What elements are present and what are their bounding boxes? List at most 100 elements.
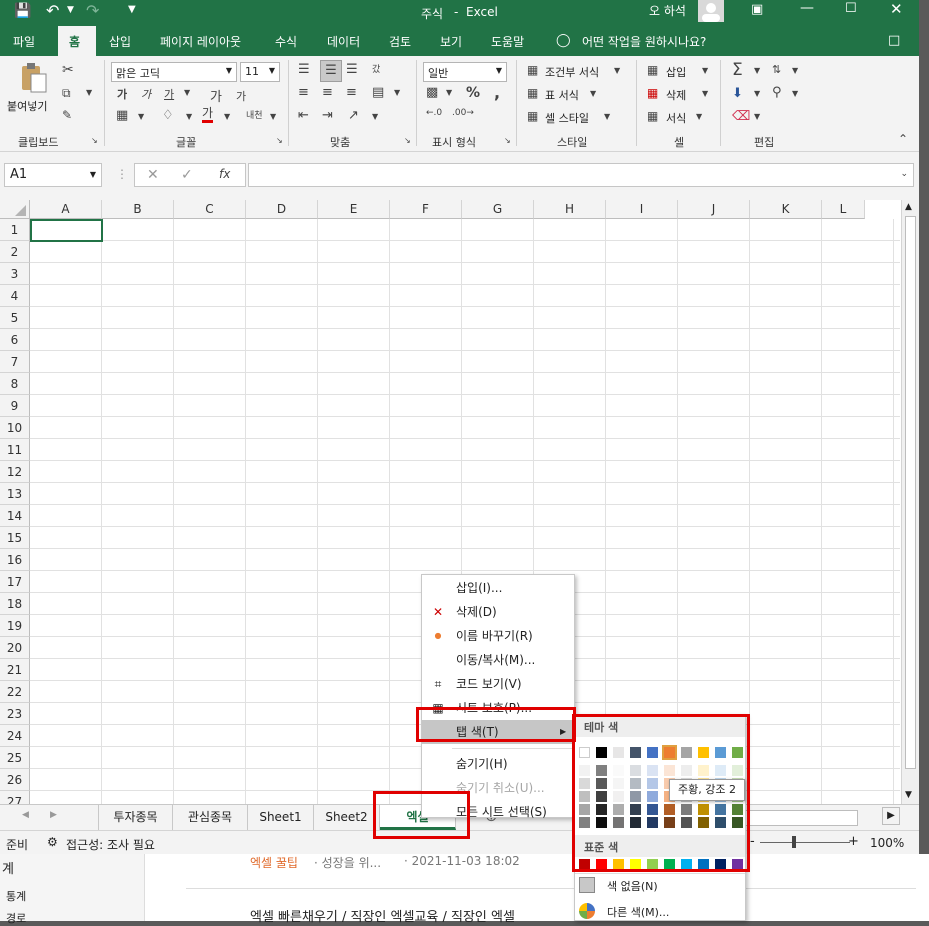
tab-data[interactable]: 데이터 [327,33,360,50]
column-header[interactable]: D [246,200,318,219]
prev-sheet-icon[interactable]: ◀ [22,810,29,820]
row-header[interactable]: 10 [0,417,30,439]
more-colors-option[interactable]: 다른 색(M)... [607,904,669,920]
row-header[interactable]: 5 [0,307,30,329]
decrease-indent-icon[interactable]: ⇤ [298,108,309,123]
tab-review[interactable]: 검토 [389,33,411,50]
tell-me-input[interactable]: 어떤 작업을 원하시나요? [582,33,706,50]
row-header[interactable]: 8 [0,373,30,395]
align-left-icon[interactable]: ≡ [298,85,309,100]
zoom-slider[interactable] [760,842,850,843]
chevron-down-icon[interactable]: ▼ [604,112,610,121]
font-launcher-icon[interactable]: ↘ [276,136,283,145]
row-header[interactable]: 16 [0,549,30,571]
column-header[interactable]: K [750,200,822,219]
column-header[interactable]: A [30,200,102,219]
chevron-down-icon[interactable]: ▼ [224,112,230,121]
zoom-in-button[interactable]: + [848,834,859,849]
row-header[interactable]: 14 [0,505,30,527]
row-header[interactable]: 20 [0,637,30,659]
clear-icon[interactable]: ⌫ [732,109,750,124]
column-header[interactable]: J [678,200,750,219]
column-header[interactable]: L [822,200,865,219]
font-name-select[interactable]: 맑은 고딕 ▼ [111,62,237,82]
chevron-down-icon[interactable]: ▼ [138,112,144,121]
row-header[interactable]: 24 [0,725,30,747]
maximize-icon[interactable]: ☐ [845,1,857,16]
ribbon-display-icon[interactable]: ▣ [751,2,763,17]
context-menu-item[interactable]: 삽입(I)... [422,576,574,600]
row-header[interactable]: 26 [0,769,30,791]
chevron-down-icon[interactable]: ▼ [394,88,400,97]
number-format-select[interactable]: 일반 ▼ [423,62,507,82]
row-header[interactable]: 11 [0,439,30,461]
increase-decimal-icon[interactable]: ←.0 [426,108,442,118]
accessibility-status[interactable]: 접근성: 조사 필요 [66,836,155,853]
align-center-icon[interactable]: ≡ [322,85,333,100]
wrap-text-button[interactable]: 갔 [372,62,380,75]
row-header[interactable]: 4 [0,285,30,307]
increase-indent-icon[interactable]: ⇥ [322,108,333,123]
background-category[interactable]: 엑셀 꿀팁 [250,854,298,871]
find-select-icon[interactable]: ⚲ [772,85,782,100]
column-header[interactable]: C [174,200,246,219]
row-header[interactable]: 23 [0,703,30,725]
cell-styles-button[interactable]: 셀 스타일 [545,110,589,126]
paste-button[interactable]: 붙여넣기 [7,98,47,114]
fill-color-icon[interactable]: ♢ [162,108,174,123]
customize-qat-icon[interactable]: ▼ [128,4,136,15]
undo-dropdown-icon[interactable]: ▼ [67,5,74,15]
active-cell[interactable] [30,219,103,242]
chevron-down-icon[interactable]: ▼ [754,89,760,98]
name-box[interactable]: A1 ▼ [4,163,102,187]
percent-style-button[interactable]: % [466,85,480,101]
chevron-down-icon[interactable]: ▼ [754,112,760,121]
chevron-down-icon[interactable]: ▼ [702,66,708,75]
tab-page-layout[interactable]: 페이지 레이아웃 [160,33,241,50]
phonetic-button[interactable]: 내천 [246,108,263,121]
sort-filter-icon[interactable]: ⇅ [772,63,781,76]
chevron-down-icon[interactable]: ▼ [702,89,708,98]
select-all-button[interactable] [0,200,30,219]
font-color-button[interactable]: 가 [202,107,214,123]
zoom-level[interactable]: 100% [870,836,904,850]
chevron-down-icon[interactable]: ▼ [754,66,760,75]
row-header[interactable]: 3 [0,263,30,285]
copy-icon[interactable]: ⧉ [62,86,71,101]
user-name[interactable]: 오 하석 [649,2,686,19]
chevron-down-icon[interactable]: ▼ [590,89,596,98]
context-menu-item[interactable]: ● 이름 바꾸기(R) [422,624,574,648]
chevron-down-icon[interactable]: ▼ [184,88,190,97]
clipboard-launcher-icon[interactable]: ↘ [91,136,98,145]
column-header[interactable]: H [534,200,606,219]
grow-font-button[interactable]: 가 [210,86,222,105]
merge-center-icon[interactable]: ▤ [372,85,384,100]
align-middle-icon[interactable]: ☰ [320,60,342,82]
chevron-down-icon[interactable]: ▼ [614,66,620,75]
delete-cells-button[interactable]: 삭제 [666,87,686,103]
row-header[interactable]: 17 [0,571,30,593]
scroll-down-icon[interactable]: ▼ [905,790,912,800]
format-table-button[interactable]: 표 서식 [545,87,579,103]
vertical-scrollbar[interactable]: ▲ ▼ [901,200,919,804]
accounting-format-icon[interactable]: ▩ [426,85,438,100]
scroll-thumb[interactable] [905,216,916,769]
collapse-ribbon-icon[interactable]: ⌃ [898,132,908,146]
column-header[interactable]: E [318,200,390,219]
chevron-down-icon[interactable]: ▼ [446,88,452,97]
chevron-down-icon[interactable]: ▼ [270,112,276,121]
enter-icon[interactable]: ✓ [181,167,193,183]
insert-function-button[interactable]: fx [219,167,230,181]
background-next-post[interactable]: 엑셀 빠른채우기 / 직장인 엑셀교육 / 직장인 엑셀 [250,906,515,925]
decrease-decimal-icon[interactable]: .00→ [452,108,474,118]
context-menu-item[interactable]: ✕ 삭제(D) [422,600,574,624]
tab-formulas[interactable]: 수식 [275,33,297,50]
scroll-right-icon[interactable]: ▶ [882,807,900,825]
row-header[interactable]: 19 [0,615,30,637]
comma-style-button[interactable]: , [494,83,500,102]
chevron-down-icon[interactable]: ▼ [186,112,192,121]
font-size-select[interactable]: 11 ▼ [240,62,280,82]
row-header[interactable]: 13 [0,483,30,505]
zoom-slider-thumb[interactable] [792,836,796,848]
chevron-down-icon[interactable]: ▼ [792,66,798,75]
